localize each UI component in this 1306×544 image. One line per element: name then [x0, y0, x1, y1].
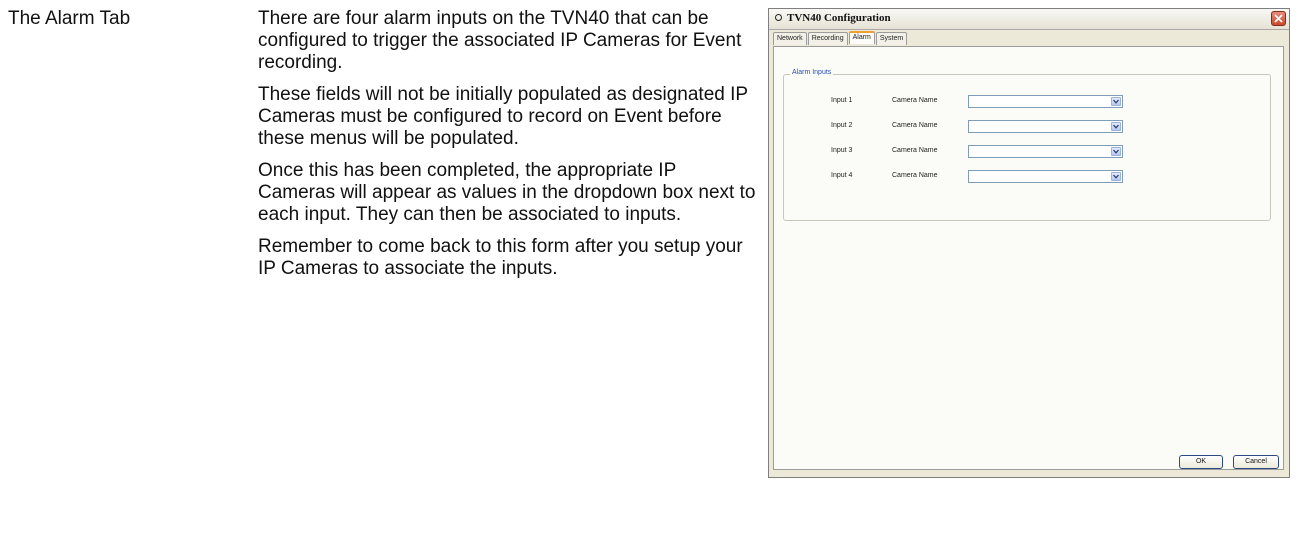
paragraph-3: Once this has been completed, the approp…	[258, 160, 756, 225]
alarm-input-row-3: Input 3 Camera Name	[784, 145, 1270, 159]
cancel-button[interactable]: Cancel	[1233, 455, 1279, 469]
camera-name-label: Camera Name	[892, 172, 938, 179]
tab-network[interactable]: Network	[773, 32, 807, 45]
camera-name-dropdown-2[interactable]	[968, 120, 1123, 133]
group-title: Alarm Inputs	[790, 69, 834, 76]
body-text: There are four alarm inputs on the TVN40…	[258, 8, 758, 290]
alarm-input-row-4: Input 4 Camera Name	[784, 170, 1270, 184]
section-label: The Alarm Tab	[8, 8, 131, 29]
ok-button[interactable]: OK	[1179, 455, 1223, 469]
input-label: Input 1	[831, 97, 853, 104]
camera-name-dropdown-3[interactable]	[968, 145, 1123, 158]
input-label: Input 2	[831, 122, 853, 129]
alarm-inputs-group: Alarm Inputs Input 1 Camera Name Input 2…	[783, 69, 1271, 221]
chevron-down-icon	[1113, 174, 1119, 179]
camera-name-label: Camera Name	[892, 122, 938, 129]
tab-alarm[interactable]: Alarm	[848, 31, 875, 44]
camera-name-dropdown-4[interactable]	[968, 170, 1123, 183]
dropdown-arrow-button[interactable]	[1111, 172, 1121, 181]
tab-recording[interactable]: Recording	[807, 32, 848, 45]
configuration-dialog-screenshot: TVN40 Configuration Network Recording Al…	[768, 8, 1290, 478]
camera-name-label: Camera Name	[892, 147, 938, 154]
alarm-input-row-1: Input 1 Camera Name	[784, 95, 1270, 109]
alarm-tab-panel: Alarm Inputs Input 1 Camera Name Input 2…	[773, 46, 1284, 470]
close-icon	[1274, 14, 1283, 23]
chevron-down-icon	[1113, 149, 1119, 154]
input-label: Input 3	[831, 147, 853, 154]
paragraph-4: Remember to come back to this form after…	[258, 236, 743, 279]
alarm-input-row-2: Input 2 Camera Name	[784, 120, 1270, 134]
chevron-down-icon	[1113, 124, 1119, 129]
tab-strip: Network Recording Alarm System	[773, 31, 908, 45]
camera-name-dropdown-1[interactable]	[968, 95, 1123, 108]
app-icon	[775, 14, 782, 21]
tab-system[interactable]: System	[875, 32, 908, 45]
input-label: Input 4	[831, 172, 853, 179]
dialog-title: TVN40 Configuration	[787, 12, 891, 24]
chevron-down-icon	[1113, 99, 1119, 104]
camera-name-label: Camera Name	[892, 97, 938, 104]
dropdown-arrow-button[interactable]	[1111, 97, 1121, 106]
paragraph-1: There are four alarm inputs on the TVN40…	[258, 8, 742, 73]
close-button[interactable]	[1271, 11, 1286, 26]
dropdown-arrow-button[interactable]	[1111, 122, 1121, 131]
dropdown-arrow-button[interactable]	[1111, 147, 1121, 156]
title-bar: TVN40 Configuration	[769, 9, 1289, 30]
paragraph-2: These fields will not be initially popul…	[258, 84, 748, 149]
